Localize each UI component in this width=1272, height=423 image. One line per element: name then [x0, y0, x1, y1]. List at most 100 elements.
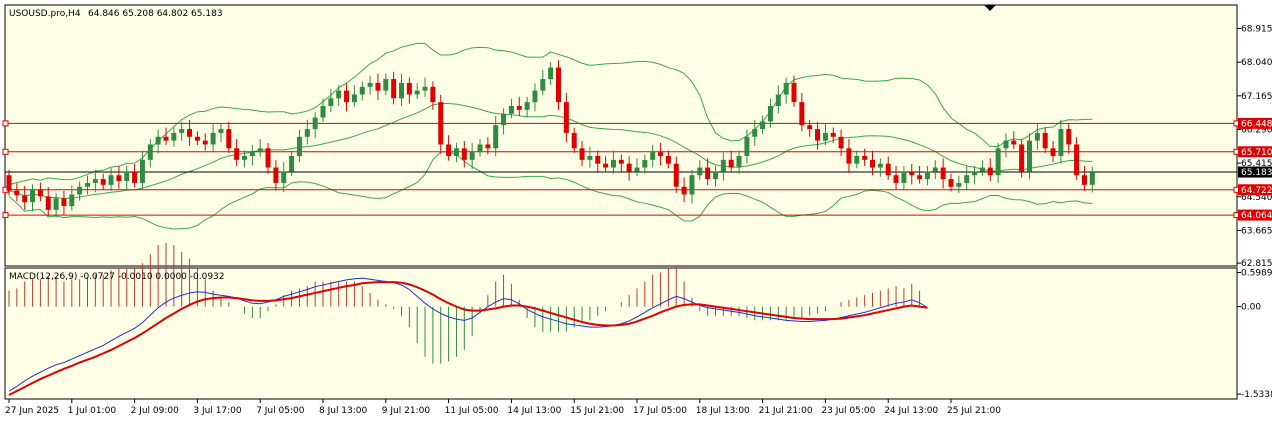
candle-body	[870, 159, 875, 168]
candle-body	[610, 159, 616, 168]
x-tick-label: 18 Jul 13:00	[696, 406, 750, 416]
candle-body	[53, 198, 59, 210]
candle-body	[1074, 144, 1080, 176]
candle-body	[124, 171, 130, 181]
macd-y-tick-label: -1.5338	[1241, 390, 1272, 400]
candle-body	[524, 102, 530, 110]
x-tick-label: 2 Jul 09:00	[131, 406, 180, 416]
candle-body	[1081, 175, 1087, 185]
candle-body	[767, 106, 773, 122]
candle-body	[1050, 148, 1056, 156]
candle-body	[108, 175, 114, 185]
candle-body	[713, 171, 718, 180]
candle-body	[383, 79, 389, 91]
x-tick-label: 24 Jul 13:00	[884, 406, 938, 416]
candle-body	[422, 86, 428, 91]
price-level-tag-label: 64.722	[1241, 186, 1272, 196]
price-level-tag-label: 66.448	[1241, 119, 1272, 129]
candle-body	[885, 163, 891, 176]
candle-body	[469, 152, 475, 160]
macd-y-tick-label: 0.5989	[1241, 268, 1272, 278]
candle-body	[438, 102, 444, 145]
candle-body	[877, 163, 883, 168]
candle-body	[579, 148, 585, 160]
candle-body	[744, 136, 750, 156]
candle-body	[375, 82, 381, 91]
candle-body	[972, 171, 978, 176]
candle-body	[815, 129, 821, 141]
candle-body	[673, 163, 679, 187]
candle-body	[14, 190, 20, 196]
trading-chart[interactable]: 68.91568.04067.16566.29065.41564.54063.6…	[0, 0, 1272, 423]
candle-body	[320, 106, 326, 118]
candle-body	[147, 144, 153, 160]
candle-body	[446, 144, 452, 156]
macd-header: MACD(12,26,9) -0.0727 -0.0010 0.0000 -0.…	[9, 272, 225, 282]
candle-body	[736, 156, 742, 168]
candle-body	[595, 156, 601, 164]
candle-body	[532, 90, 538, 103]
price-level-tag-label: 64.064	[1241, 211, 1272, 221]
macd-y-tick-label: 0.00	[1241, 303, 1261, 313]
x-tick-label: 11 Jul 05:00	[445, 406, 499, 416]
candle-body	[893, 175, 899, 183]
candle-body	[626, 163, 632, 172]
candle-body	[650, 152, 656, 160]
candle-body	[202, 140, 208, 145]
candle-body	[799, 102, 805, 126]
candle-body	[116, 175, 122, 181]
candle-body	[1019, 144, 1025, 172]
candle-body	[171, 132, 177, 141]
x-tick-label: 27 Jun 2025	[5, 406, 59, 416]
candle-body	[948, 179, 954, 187]
candle-body	[414, 90, 420, 95]
candle-body	[273, 167, 279, 183]
candle-body	[979, 167, 985, 172]
candle-body	[846, 148, 852, 164]
candle-body	[1003, 140, 1009, 149]
candle-body	[1042, 132, 1048, 149]
y-tick-label: 68.915	[1241, 25, 1272, 35]
candle-body	[516, 106, 522, 110]
candle-body	[760, 121, 766, 130]
candle-body	[995, 148, 1001, 176]
candle-body	[1089, 172, 1095, 185]
level-handle-left	[2, 212, 9, 219]
candle-body	[1066, 129, 1072, 145]
candle-body	[85, 182, 90, 187]
candle-body	[257, 148, 263, 153]
x-tick-label: 25 Jul 21:00	[947, 406, 1001, 416]
candle-body	[100, 179, 106, 185]
candle-body	[61, 198, 67, 206]
candle-body	[862, 156, 868, 160]
candle-body	[477, 144, 483, 153]
candle-body	[665, 156, 671, 164]
price-level-tag-label: 65.710	[1241, 148, 1272, 158]
candle-body	[642, 159, 648, 168]
candle-body	[901, 171, 907, 183]
candle-body	[752, 129, 758, 137]
candle-body	[658, 152, 664, 156]
candle-body	[556, 67, 561, 103]
candle-body	[1034, 132, 1040, 141]
x-tick-label: 1 Jul 01:00	[68, 406, 117, 416]
candle-body	[917, 175, 923, 180]
candle-body	[132, 171, 138, 183]
candle-body	[69, 194, 75, 206]
candle-body	[689, 175, 695, 195]
candle-body	[430, 86, 436, 103]
x-tick-label: 14 Jul 13:00	[507, 406, 561, 416]
candle-body	[603, 163, 609, 168]
candle-body	[304, 129, 310, 137]
candle-body	[281, 171, 287, 183]
candle-body	[30, 189, 36, 203]
candle-body	[822, 132, 828, 141]
candle-body	[265, 148, 271, 168]
candle-body	[493, 125, 499, 149]
candle-body	[830, 132, 836, 137]
candle-body	[406, 82, 412, 95]
candle-body	[956, 182, 962, 187]
level-handle-left	[2, 148, 9, 155]
candle-body	[775, 94, 781, 106]
candle-body	[1058, 129, 1064, 156]
